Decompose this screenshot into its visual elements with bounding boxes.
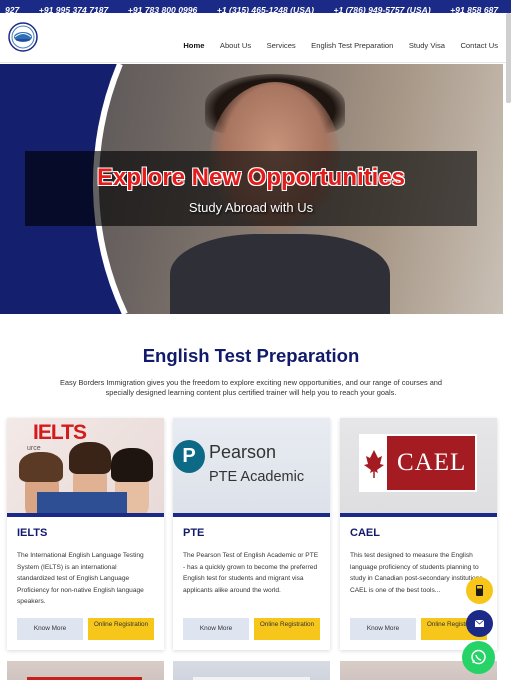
cael-logo-text: CAEL xyxy=(397,449,467,476)
know-more-button[interactable]: Know More xyxy=(350,618,416,640)
student-hair xyxy=(111,448,153,482)
nav-item-study-visa[interactable]: Study Visa xyxy=(409,41,445,50)
phone-number[interactable]: +91 995 374 7187 xyxy=(39,4,109,13)
book-image xyxy=(37,492,127,513)
card-title: IELTS xyxy=(17,527,48,539)
envelope-icon xyxy=(474,619,485,627)
pearson-logo-text: Pearson xyxy=(209,442,277,462)
pte-academic-text: PTE Academic xyxy=(209,469,305,485)
section-description: Easy Borders Immigration gives you the f… xyxy=(59,378,443,397)
ielts-logo-text: IELTS xyxy=(33,421,87,444)
know-more-button[interactable]: Know More xyxy=(183,618,249,640)
course-card-ielts: IELTS urce IELTS The International Engli… xyxy=(7,418,164,650)
nav-item-services[interactable]: Services xyxy=(267,41,296,50)
main-navbar: Home About Us Services English Test Prep… xyxy=(0,13,511,63)
cael-image: CAEL xyxy=(340,418,497,513)
card-title: CAEL xyxy=(350,527,380,539)
phone-number[interactable]: +91 858 687 xyxy=(450,4,498,13)
card-title: PTE xyxy=(183,527,205,539)
pearson-logo-icon: P xyxy=(173,440,205,473)
card-accent-stripe xyxy=(340,513,497,517)
card-description: The International English Language Testi… xyxy=(17,552,144,606)
course-card-next xyxy=(7,661,164,680)
nav-item-english-test-preparation[interactable]: English Test Preparation xyxy=(311,41,393,50)
online-registration-button[interactable]: Online Registration xyxy=(88,618,154,640)
page-scrollbar[interactable] xyxy=(506,13,511,103)
nav-item-contact-us[interactable]: Contact Us xyxy=(460,41,498,50)
calculator-icon xyxy=(476,585,483,596)
nav-item-home[interactable]: Home xyxy=(183,41,204,50)
phone-number[interactable]: +91 783 800 0996 xyxy=(128,4,198,13)
student-hair xyxy=(19,452,63,482)
email-button[interactable] xyxy=(466,610,493,637)
card-accent-stripe xyxy=(7,513,164,517)
hero-subtitle: Study Abroad with Us xyxy=(188,200,314,215)
ielts-image: IELTS urce xyxy=(7,418,164,513)
know-more-button[interactable]: Know More xyxy=(17,618,83,640)
card-accent-stripe xyxy=(173,513,330,517)
course-card-next xyxy=(173,661,330,680)
hero-photo-shirt xyxy=(170,234,390,314)
card-description: The Pearson Test of English Academic or … xyxy=(183,552,319,594)
hero-slider: Explore New Opportunities Study Abroad w… xyxy=(0,64,503,314)
calculator-button[interactable] xyxy=(466,577,493,604)
nav-menu: Home About Us Services English Test Prep… xyxy=(172,35,498,53)
section-title: English Test Preparation xyxy=(142,345,360,366)
nav-item-about-us[interactable]: About Us xyxy=(220,41,251,50)
phone-number[interactable]: +1 (315) 465-1248 (USA) xyxy=(217,4,314,13)
cael-logo-box: CAEL xyxy=(359,434,477,492)
online-registration-button[interactable]: Online Registration xyxy=(254,618,320,640)
ielts-image-subtext: urce xyxy=(27,445,41,452)
hero-title: Explore New Opportunities xyxy=(96,164,406,191)
cael-leaf-icon xyxy=(361,436,387,490)
whatsapp-icon xyxy=(471,649,486,665)
site-logo[interactable] xyxy=(6,22,40,52)
top-contact-bar: 927 +91 995 374 7187 +91 783 800 0996 +1… xyxy=(0,0,511,13)
whatsapp-button[interactable] xyxy=(462,641,495,674)
student-hair xyxy=(69,442,111,474)
phone-number[interactable]: 927 xyxy=(5,4,19,13)
phone-number[interactable]: +1 (786) 949-5757 (USA) xyxy=(333,4,430,13)
pte-image: P Pearson PTE Academic xyxy=(173,418,330,513)
course-card-pte: P Pearson PTE Academic PTE The Pearson T… xyxy=(173,418,330,650)
